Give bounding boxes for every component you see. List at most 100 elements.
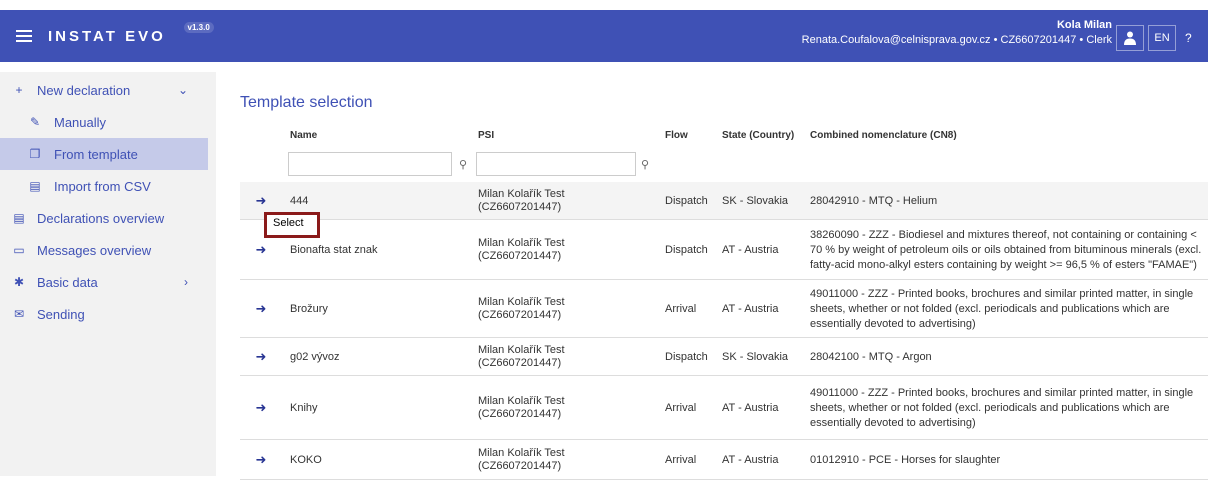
select-arrow-icon[interactable]: ➜: [248, 452, 274, 468]
row-psi-name: Milan Kolařík Test: [478, 447, 565, 459]
row-cn8: 49011000 - ZZZ - Printed books, brochure…: [810, 386, 1194, 429]
row-name: KOKO: [290, 453, 322, 466]
select-arrow-icon[interactable]: ➜: [248, 242, 274, 258]
page-title: Template selection: [240, 94, 373, 111]
user-block: Kola Milan Renata.Coufalova@celnisprava.…: [802, 19, 1112, 46]
sidebar-item-manually[interactable]: ✎ Manually: [0, 106, 216, 138]
sidebar-item-new-declaration[interactable]: + New declaration ⌄: [0, 74, 216, 106]
inbox-icon: ▭: [13, 243, 25, 257]
user-profile-button[interactable]: [1116, 25, 1144, 51]
sidebar: + New declaration ⌄ ✎ Manually ❐ From te…: [0, 72, 216, 476]
psi-filter-input[interactable]: [476, 152, 636, 176]
row-flow: Arrival: [665, 453, 697, 466]
row-psi-id: (CZ6607201447): [478, 460, 562, 472]
row-cn8: 28042100 - MTQ - Argon: [810, 350, 932, 363]
row-flow: Dispatch: [665, 350, 708, 363]
row-psi-name: Milan Kolařík Test: [478, 237, 565, 249]
table-row[interactable]: ➜ KOKO Milan Kolařík Test (CZ6607201447) Arr…: [240, 440, 1208, 480]
row-name: g02 vývoz: [290, 350, 340, 363]
select-arrow-icon[interactable]: ➜: [248, 193, 274, 209]
filter-icon[interactable]: ⚲: [636, 152, 654, 176]
sidebar-item-from-template[interactable]: ❐ From template: [0, 138, 208, 170]
sidebar-item-import-csv[interactable]: ▤ Import from CSV: [0, 170, 216, 202]
select-tooltip: Select: [264, 212, 320, 238]
sidebar-item-label: New declaration: [37, 82, 131, 98]
row-psi-name: Milan Kolařík Test: [478, 344, 565, 356]
row-psi-id: (CZ6607201447): [478, 357, 562, 369]
row-cn8: 38260090 - ZZZ - Biodiesel and mixtures …: [810, 228, 1202, 271]
chevron-down-icon: ⌄: [177, 83, 188, 97]
sidebar-item-messages-overview[interactable]: ▭ Messages overview: [0, 234, 216, 266]
user-info: Renata.Coufalova@celnisprava.gov.cz • CZ…: [801, 34, 1112, 46]
table-row[interactable]: ➜ Brožury Milan Kolařík Test (CZ6607201447)…: [240, 280, 1208, 338]
language-button[interactable]: EN: [1148, 25, 1176, 51]
row-flow: Dispatch: [665, 194, 708, 207]
sidebar-item-label: Import from CSV: [54, 178, 151, 194]
table-header: Name PSI Flow State (Country) Combined n…: [240, 130, 1208, 146]
sidebar-item-label: From template: [54, 146, 138, 162]
app-title-text: INSTAT EVO: [48, 27, 166, 45]
row-cn8: 28042910 - MTQ - Helium: [810, 194, 938, 207]
row-psi-name: Milan Kolařík Test: [478, 395, 565, 407]
row-psi: Milan Kolařík Test (CZ6607201447): [478, 237, 565, 263]
row-flow: Arrival: [665, 401, 697, 414]
app-title: INSTAT EVO v1.3.0: [48, 21, 214, 45]
sidebar-item-label: Sending: [37, 306, 85, 322]
plus-icon: +: [15, 83, 23, 97]
row-flow: Arrival: [665, 302, 697, 315]
row-flow: Dispatch: [665, 243, 708, 256]
row-psi-id: (CZ6607201447): [478, 201, 562, 213]
document-icon: ▤: [13, 211, 25, 225]
row-psi: Milan Kolařík Test (CZ6607201447): [478, 296, 565, 322]
select-arrow-icon[interactable]: ➜: [248, 349, 274, 365]
gear-icon: ✱: [13, 275, 25, 289]
column-header-cn8[interactable]: Combined nomenclature (CN8): [810, 130, 957, 141]
row-psi: Milan Kolařík Test (CZ6607201447): [478, 188, 565, 214]
version-badge: v1.3.0: [183, 21, 214, 33]
sidebar-item-sending[interactable]: ✉ Sending: [0, 298, 216, 330]
copy-icon: ❐: [29, 147, 41, 161]
row-psi-id: (CZ6607201447): [478, 250, 562, 262]
row-state: AT - Austria: [722, 302, 779, 315]
table-row[interactable]: ➜ Bionafta stat znak Milan Kolařík Test (CZ…: [240, 220, 1208, 280]
row-name: Bionafta stat znak: [290, 243, 378, 256]
row-psi-name: Milan Kolařík Test: [478, 296, 565, 308]
row-psi: Milan Kolařík Test (CZ6607201447): [478, 447, 565, 473]
select-arrow-icon[interactable]: ➜: [248, 400, 274, 416]
row-cn8: 01012910 - PCE - Horses for slaughter: [810, 453, 1001, 466]
row-cn8: 49011000 - ZZZ - Printed books, brochure…: [810, 287, 1194, 330]
sidebar-item-label: Messages overview: [37, 242, 152, 258]
menu-icon[interactable]: [16, 30, 32, 42]
sidebar-item-basic-data[interactable]: ✱ Basic data ›: [0, 266, 216, 298]
row-psi: Milan Kolařík Test (CZ6607201447): [478, 395, 565, 421]
row-psi-id: (CZ6607201447): [478, 309, 562, 321]
sidebar-item-label: Manually: [54, 114, 107, 130]
table-row[interactable]: ➜ g02 vývoz Milan Kolařík Test (CZ660720144…: [240, 338, 1208, 376]
column-header-name[interactable]: Name: [290, 130, 317, 141]
sidebar-item-label: Basic data: [37, 274, 98, 290]
file-icon: ▤: [29, 179, 41, 193]
sidebar-item-declarations-overview[interactable]: ▤ Declarations overview: [0, 202, 216, 234]
chevron-right-icon: ›: [184, 275, 188, 289]
user-name: Kola Milan: [1056, 19, 1112, 31]
select-arrow-icon[interactable]: ➜: [248, 301, 274, 317]
row-state: AT - Austria: [722, 243, 779, 256]
name-filter-input[interactable]: [288, 152, 452, 176]
column-header-psi[interactable]: PSI: [478, 130, 494, 141]
top-app-bar: INSTAT EVO v1.3.0 Kola Milan Renata.Couf…: [0, 10, 1208, 62]
edit-icon: ✎: [29, 115, 41, 129]
help-button[interactable]: ?: [1185, 25, 1208, 51]
row-psi: Milan Kolařík Test (CZ6607201447): [478, 344, 565, 370]
sidebar-item-label: Declarations overview: [37, 210, 165, 226]
main-content: Template selection Name PSI Flow State (…: [240, 82, 1208, 480]
row-state: AT - Austria: [722, 401, 779, 414]
column-header-flow[interactable]: Flow: [665, 130, 688, 141]
row-state: SK - Slovakia: [722, 350, 789, 363]
row-name: Brožury: [290, 302, 328, 315]
table-row[interactable]: ➜ 444 Milan Kolařík Test (CZ6607201447) Disp…: [240, 182, 1208, 220]
column-header-state[interactable]: State (Country): [722, 130, 794, 141]
row-psi-id: (CZ6607201447): [478, 408, 562, 420]
table-row[interactable]: ➜ Knihy Milan Kolařík Test (CZ6607201447) Ar…: [240, 376, 1208, 440]
row-name: Knihy: [290, 401, 318, 414]
filter-icon[interactable]: ⚲: [454, 152, 472, 176]
